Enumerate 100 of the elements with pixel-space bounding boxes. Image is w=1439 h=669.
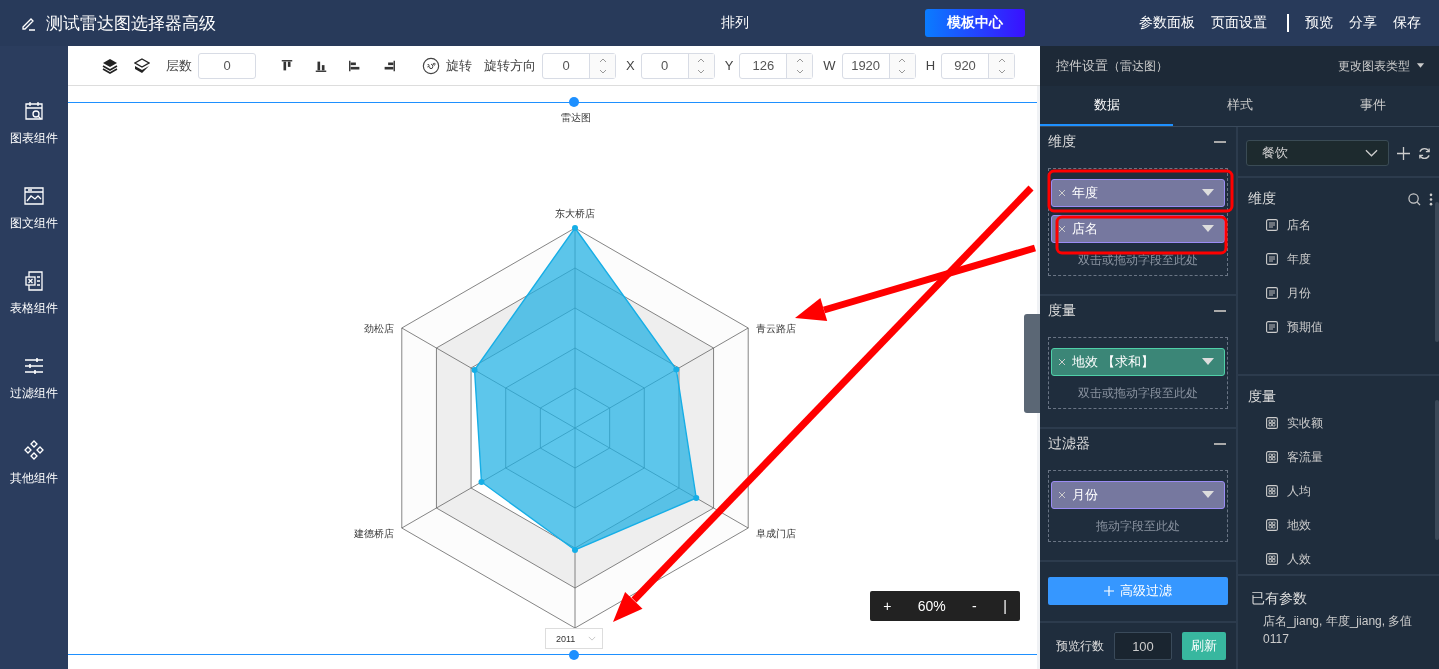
header-action[interactable]: 分享 [1349,14,1377,32]
coordinate-label: X [626,58,635,73]
diamonds-icon[interactable] [23,440,45,462]
coordinate-spinner[interactable]: 1920 [841,52,916,79]
resize-handle[interactable] [569,650,579,660]
remove-icon[interactable] [1058,491,1066,499]
page-title: 测试雷达图选择器高级 [46,12,216,35]
section-title: 已有参数 [1251,590,1308,608]
drop-hint: 拖动字段至此处 [1095,518,1181,535]
zoom-separator: | [1003,598,1007,614]
zoom-level: 60% [917,598,946,614]
field-list-item[interactable]: 月份 [1287,284,1311,302]
section-title: 维度 [1048,133,1076,151]
field-chip[interactable]: 年度 [1051,179,1225,207]
drop-hint: 双击或拖动字段至此处 [1077,385,1199,402]
zoom-in-button[interactable]: + [883,598,892,614]
dataset-dropdown[interactable]: 餐饮 [1246,140,1389,166]
header-link[interactable]: 参数面板 [1139,14,1195,32]
data-point[interactable] [572,547,578,553]
preview-rows-label: 预览行数 [1056,637,1104,655]
template-center-button[interactable]: 模板中心 [925,9,1025,37]
axis-label: 东大桥店 [555,208,595,219]
text-field-icon [1266,287,1278,299]
coordinate-label: W [823,58,836,73]
field-chip[interactable]: 月份 [1051,481,1225,509]
preview-rows-input[interactable]: 100 [1114,632,1172,660]
field-list-item[interactable]: 人效 [1287,550,1311,568]
data-point[interactable] [572,225,578,231]
layers-icon[interactable] [102,57,118,74]
refresh-icon[interactable] [1418,146,1431,160]
panel-tab[interactable]: 事件 [1306,86,1439,126]
rotate-90-icon[interactable] [422,56,440,75]
field-list-item[interactable]: 客流量 [1287,448,1323,466]
search-icon[interactable] [1408,192,1421,206]
remove-icon[interactable] [1058,225,1066,233]
year-dropdown[interactable]: 2011 [545,628,603,649]
data-point[interactable] [478,479,485,485]
section-title: 度量 [1248,388,1276,406]
change-chart-type-menu[interactable]: 更改图表类型 [1338,57,1425,75]
layers-icon[interactable] [134,57,150,74]
more-icon[interactable] [1429,192,1433,206]
panel-tab[interactable]: 数据 [1040,86,1173,126]
spreadsheet-icon[interactable] [23,270,45,292]
field-chip[interactable]: 店名 [1051,215,1225,243]
panel-tab[interactable]: 样式 [1173,86,1306,126]
coordinate-spinner[interactable]: 0 [640,52,715,79]
resize-handle[interactable] [569,97,579,107]
chevron-down-icon [588,636,596,641]
sidebar-item[interactable]: 其他组件 [10,470,58,487]
add-icon[interactable] [1397,146,1410,160]
text-field-icon [1266,219,1278,231]
drop-zone[interactable]: 年度 店名 双击或拖动字段至此处 [1048,168,1228,276]
field-list-item[interactable]: 店名 [1287,216,1311,234]
section-title: 过滤器 [1048,435,1090,453]
calendar-search-icon[interactable] [23,100,45,122]
axis-label: 青云路店 [756,323,796,334]
caret-icon[interactable] [1416,63,1425,69]
header-link[interactable]: 页面设置 [1211,14,1267,32]
sidebar-item[interactable]: 图表组件 [10,130,58,147]
image-icon[interactable] [23,185,45,207]
field-list-item[interactable]: 实收额 [1287,414,1323,432]
remove-icon[interactable] [1058,358,1066,366]
remove-icon[interactable] [1058,189,1066,197]
align-right-icon[interactable] [382,58,396,73]
collapse-handle[interactable] [1024,314,1040,413]
data-point[interactable] [471,367,478,373]
rotate-direction-spinner[interactable]: 0 [542,52,616,79]
rotate-label: 旋转 [446,56,472,75]
field-list-item[interactable]: 预期值 [1287,318,1323,336]
header-action[interactable]: 保存 [1393,14,1421,32]
number-field-icon [1266,485,1278,497]
chevron-down-icon[interactable] [1365,149,1378,157]
sidebar-item[interactable]: 表格组件 [10,300,58,317]
coordinate-spinner[interactable]: 920 [941,52,1015,79]
rotate-direction-label: 旋转方向 [484,56,536,75]
arrange-menu[interactable]: 排列 [721,14,749,32]
layer-input[interactable]: 0 [198,52,256,79]
number-field-icon [1266,417,1278,429]
coordinate-spinner[interactable]: 126 [739,52,814,79]
drop-zone[interactable]: 地效 【求和】 双击或拖动字段至此处 [1048,337,1228,409]
number-field-icon [1266,451,1278,463]
plus-icon [1104,586,1114,596]
field-list-item[interactable]: 年度 [1287,250,1311,268]
drop-zone[interactable]: 月份 拖动字段至此处 [1048,470,1228,542]
align-left-icon[interactable] [348,58,362,73]
sidebar-item[interactable]: 过滤组件 [10,385,58,402]
data-point[interactable] [673,366,680,373]
parameter-list: 店名_jiang, 年度_jiang, 多值0117 [1251,612,1431,648]
header-action[interactable]: 预览 [1305,14,1333,32]
chart-title: 雷达图 [560,111,592,125]
align-top-icon[interactable] [280,58,294,73]
sliders-icon[interactable] [23,355,45,377]
field-list-item[interactable]: 地效 [1287,516,1311,534]
data-point[interactable] [693,495,700,501]
field-list-item[interactable]: 人均 [1287,482,1311,500]
number-field-icon [1266,553,1278,565]
sidebar-item[interactable]: 图文组件 [10,215,58,232]
field-chip[interactable]: 地效 【求和】 [1051,348,1225,376]
zoom-out-button[interactable]: - [972,598,977,614]
coordinate-label: Y [724,58,734,73]
